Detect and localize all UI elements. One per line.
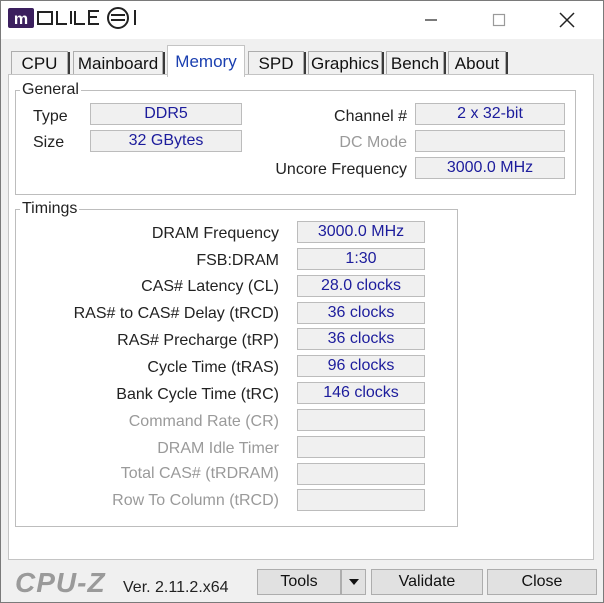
dram-idle-timer-value: [297, 436, 425, 458]
uncore-frequency-label: Uncore Frequency: [275, 161, 407, 178]
dc-mode-value: [415, 130, 565, 152]
dram-frequency-label: DRAM Frequency: [151, 225, 279, 242]
fsb-dram-label: FSB:DRAM: [196, 252, 279, 269]
tab-memory[interactable]: Memory: [167, 45, 245, 77]
tools-dropdown-button[interactable]: [341, 569, 366, 595]
tab-graphics[interactable]: Graphics: [308, 51, 384, 75]
dropdown-arrow-icon: [348, 579, 359, 585]
command-rate-label: Command Rate (CR): [128, 413, 279, 430]
close-window-button[interactable]: [535, 1, 599, 39]
memory-panel: General Type DDR5 Size 32 GBytes Channel…: [8, 74, 594, 560]
channel-label: Channel #: [334, 108, 407, 125]
size-label: Size: [33, 134, 65, 151]
bank-cycle-time-value: 146 clocks: [297, 382, 425, 404]
tab-label: SPD: [258, 53, 294, 73]
ras-to-cas-value: 36 clocks: [297, 302, 425, 324]
cpuz-brand: CPU-Z: [15, 567, 106, 598]
type-label: Type: [33, 108, 68, 125]
type-value: DDR5: [90, 103, 242, 125]
tab-cpu[interactable]: CPU: [11, 51, 70, 75]
general-legend: General: [22, 81, 79, 98]
version-label: Ver. 2.11.2.x64: [123, 579, 229, 596]
ras-precharge-label: RAS# Precharge (tRP): [117, 332, 279, 349]
dc-mode-label: DC Mode: [339, 134, 407, 151]
timings-legend: Timings: [22, 200, 78, 217]
maximize-button[interactable]: [467, 1, 531, 39]
tab-label: Memory: [175, 51, 237, 71]
tab-mainboard[interactable]: Mainboard: [73, 51, 165, 75]
close-button[interactable]: Close: [487, 569, 597, 595]
tab-about[interactable]: About: [448, 51, 508, 75]
tab-label: About: [454, 53, 500, 73]
tools-label: Tools: [280, 573, 318, 590]
tab-label: Bench: [390, 53, 440, 73]
uncore-frequency-value: 3000.0 MHz: [415, 157, 565, 179]
total-cas-label: Total CAS# (tRDRAM): [120, 465, 279, 482]
close-label: Close: [521, 573, 563, 590]
validate-button[interactable]: Validate: [371, 569, 483, 595]
tab-label: Mainboard: [77, 53, 159, 73]
tab-spd[interactable]: SPD: [248, 51, 306, 75]
mobile01-logo: m: [8, 7, 136, 29]
minimize-button[interactable]: [399, 1, 463, 39]
tools-button[interactable]: Tools: [257, 569, 341, 595]
tab-label: CPU: [21, 53, 58, 73]
bank-cycle-time-label: Bank Cycle Time (tRC): [116, 386, 279, 403]
cpuz-window: m CPU Mainboard Memory SPD Graphics Benc…: [0, 0, 604, 603]
svg-text:m: m: [14, 11, 28, 28]
ras-precharge-value: 36 clocks: [297, 328, 425, 350]
cycle-time-label: Cycle Time (tRAS): [147, 359, 279, 376]
minimize-icon: [425, 19, 437, 21]
close-icon: [559, 12, 575, 28]
cycle-time-value: 96 clocks: [297, 355, 425, 377]
cas-latency-label: CAS# Latency (CL): [141, 278, 279, 295]
command-rate-value: [297, 409, 425, 431]
cas-latency-value: 28.0 clocks: [297, 275, 425, 297]
total-cas-value: [297, 463, 425, 485]
tab-label: Graphics: [310, 53, 380, 73]
ras-to-cas-label: RAS# to CAS# Delay (tRCD): [73, 305, 279, 322]
row-to-column-label: Row To Column (tRCD): [112, 492, 279, 509]
validate-label: Validate: [398, 573, 456, 590]
channel-value: 2 x 32-bit: [415, 103, 565, 125]
dram-frequency-value: 3000.0 MHz: [297, 221, 425, 243]
tab-bench[interactable]: Bench: [386, 51, 446, 75]
title-bar[interactable]: m: [1, 1, 603, 39]
size-value: 32 GBytes: [90, 130, 242, 152]
fsb-dram-value: 1:30: [297, 248, 425, 270]
row-to-column-value: [297, 489, 425, 511]
dram-idle-timer-label: DRAM Idle Timer: [157, 440, 279, 457]
maximize-icon: [492, 13, 506, 27]
